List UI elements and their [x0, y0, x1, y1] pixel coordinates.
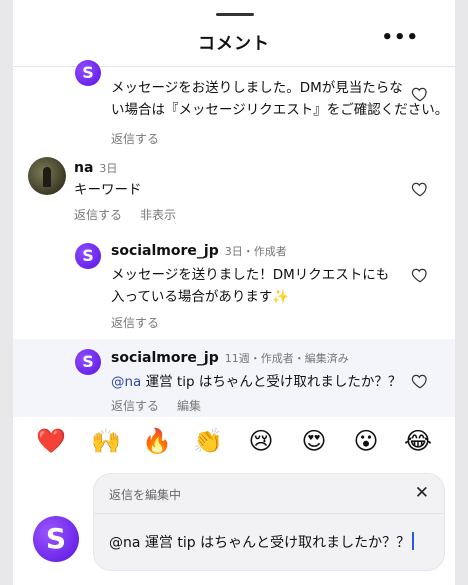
reply-button[interactable]: 返信する: [111, 316, 159, 330]
comments-sheet: コメント ••• S メッセージをお送りしました。DMが見当たらな い場合は『メ…: [13, 0, 455, 585]
sheet-grabber[interactable]: [216, 13, 254, 16]
edit-button[interactable]: 編集: [177, 399, 201, 413]
comment-text: メッセージを送りました！DMリクエストにも 入っている場合があります✨: [111, 267, 390, 305]
reply-button[interactable]: 返信する: [111, 132, 159, 146]
comment-actions: 返信する 編集: [111, 397, 219, 414]
emoji-reaction-bar: ❤️ 🙌 🔥 👏 😢 😍 😮 😂: [13, 425, 455, 459]
heart-eyes-emoji-icon[interactable]: 😍: [298, 425, 330, 457]
fire-emoji-icon[interactable]: 🔥: [141, 425, 173, 457]
comment-header: socialmore_jp 11週・作成者・編集済み: [111, 350, 349, 366]
comment-text: キーワード: [74, 182, 142, 198]
comment-actions: 返信する: [111, 130, 177, 147]
comment-actions: 返信する 非表示: [74, 206, 194, 223]
editing-label: 返信を編集中: [109, 488, 182, 502]
raising-hands-emoji-icon[interactable]: 🙌: [90, 425, 122, 457]
heart-icon[interactable]: [411, 180, 429, 198]
heart-icon[interactable]: [411, 372, 429, 390]
username[interactable]: socialmore_jp: [111, 350, 219, 366]
crying-emoji-icon[interactable]: 😢: [245, 425, 277, 457]
avatar[interactable]: S: [75, 243, 101, 269]
heart-emoji-icon[interactable]: ❤️: [35, 425, 67, 457]
editing-banner: 返信を編集中 ✕: [94, 474, 444, 514]
close-icon[interactable]: ✕: [415, 483, 429, 503]
reply-button[interactable]: 返信する: [74, 208, 122, 222]
comment-text: @na 運営 tip はちゃんと受け取れましたか？？: [111, 374, 402, 390]
comment-meta: 11週・作成者・編集済み: [224, 352, 349, 365]
avatar[interactable]: S: [75, 349, 101, 375]
avatar[interactable]: S: [75, 60, 101, 86]
heart-icon[interactable]: [411, 85, 429, 103]
heart-icon[interactable]: [411, 266, 429, 284]
mention-link[interactable]: @na: [111, 374, 141, 390]
laughing-emoji-icon[interactable]: 😂: [402, 425, 434, 457]
comment-input[interactable]: @na 運営 tip はちゃんと受け取れましたか？？: [109, 532, 415, 552]
avatar[interactable]: [28, 157, 66, 195]
comment-meta: 3日・作成者: [224, 245, 287, 258]
avatar[interactable]: S: [33, 516, 79, 562]
text-caret: [412, 532, 415, 550]
more-options-icon[interactable]: •••: [381, 29, 419, 47]
comment-editor-area: S 返信を編集中 ✕ @na 運営 tip はちゃんと受け取れましたか？？: [13, 466, 455, 585]
username[interactable]: na: [74, 160, 93, 176]
hide-button[interactable]: 非表示: [140, 208, 176, 222]
comment-header: na 3日: [74, 160, 117, 176]
comment-actions: 返信する: [111, 314, 177, 331]
comment-meta: 3日: [99, 162, 118, 175]
clapping-emoji-icon[interactable]: 👏: [192, 425, 224, 457]
reply-button[interactable]: 返信する: [111, 399, 159, 413]
comment-header: socialmore_jp 3日・作成者: [111, 243, 287, 259]
username[interactable]: socialmore_jp: [111, 243, 219, 259]
comment-text: メッセージをお送りしました。DMが見当たらな い場合は『メッセージリクエスト』を…: [111, 80, 449, 118]
surprised-emoji-icon[interactable]: 😮: [350, 425, 382, 457]
edit-reply-box: 返信を編集中 ✕ @na 運営 tip はちゃんと受け取れましたか？？: [93, 473, 445, 571]
